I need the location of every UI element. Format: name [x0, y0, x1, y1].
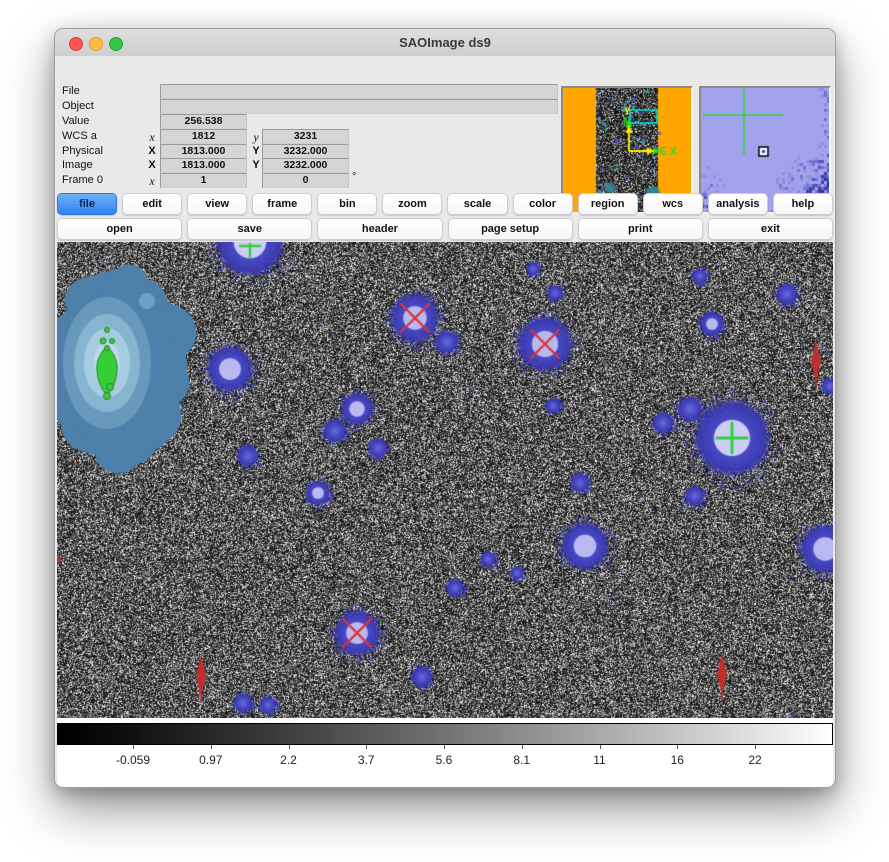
main-image-canvas[interactable] — [57, 242, 833, 718]
menu-frame-button[interactable]: frame — [252, 193, 312, 215]
info-panel: File Object Value 256.538 WCS a x 1812 y… — [55, 56, 835, 193]
menu-region-button[interactable]: region — [578, 193, 638, 215]
colorbar-tick-label: 22 — [748, 753, 761, 767]
menu-view-button[interactable]: view — [187, 193, 247, 215]
physical-x-field[interactable]: 1813.000 — [160, 144, 247, 159]
value-label: Value — [62, 115, 89, 127]
wcs-y-field[interactable]: 3231 — [262, 129, 349, 144]
info-row-object: Object — [55, 99, 565, 114]
colorbar-tick — [755, 745, 756, 749]
menu-save-button[interactable]: save — [187, 218, 312, 240]
wcs-x-letter: x — [146, 130, 158, 145]
colorbar-tick-label: 0.97 — [199, 753, 222, 767]
menu-color-button[interactable]: color — [513, 193, 573, 215]
frame-label: Frame 0 — [62, 174, 103, 186]
info-row-value: Value 256.538 — [55, 114, 565, 129]
info-row-physical: Physical X 1813.000 Y 3232.000 — [55, 144, 565, 159]
image-x-field[interactable]: 1813.000 — [160, 158, 247, 173]
value-field[interactable]: 256.538 — [160, 114, 247, 129]
colorbar-tick — [133, 745, 134, 749]
menu-bin-button[interactable]: bin — [317, 193, 377, 215]
wcs-y-letter: y — [250, 130, 262, 145]
image-x-letter: X — [146, 159, 158, 171]
colorbar-tick-label: -0.059 — [116, 753, 150, 767]
physical-label: Physical — [62, 145, 103, 157]
window-title: SAOImage ds9 — [55, 29, 835, 56]
colorbar-tick — [522, 745, 523, 749]
wcs-x-field[interactable]: 1812 — [160, 129, 247, 144]
colorbar-tick-label: 11 — [593, 753, 605, 767]
object-label: Object — [62, 100, 94, 112]
physical-x-letter: X — [146, 145, 158, 157]
menu-print-button[interactable]: print — [578, 218, 703, 240]
menu-page-setup-button[interactable]: page setup — [448, 218, 573, 240]
info-row-file: File — [55, 84, 565, 99]
colorbar-tick-label: 2.2 — [280, 753, 297, 767]
colorbar-tick-label: 16 — [671, 753, 684, 767]
colorbar-tick — [444, 745, 445, 749]
wcs-label: WCS a — [62, 130, 97, 142]
colorbar-tick — [211, 745, 212, 749]
menu-open-button[interactable]: open — [57, 218, 182, 240]
physical-y-field[interactable]: 3232.000 — [262, 144, 349, 159]
info-row-frame: Frame 0 x 1 0 ° — [55, 173, 565, 188]
title-bar[interactable]: SAOImage ds9 — [55, 29, 835, 57]
menu-analysis-button[interactable]: analysis — [708, 193, 768, 215]
colorbar-tick — [677, 745, 678, 749]
image-y-letter: Y — [250, 159, 262, 171]
frame-zoom-field[interactable]: 1 — [160, 173, 247, 188]
info-row-wcs: WCS a x 1812 y 3231 — [55, 129, 565, 144]
menu-zoom-button[interactable]: zoom — [382, 193, 442, 215]
info-row-image: Image X 1813.000 Y 3232.000 — [55, 158, 565, 173]
image-label: Image — [62, 159, 93, 171]
ds9-window: SAOImage ds9 File Object Value 256.538 W… — [54, 28, 836, 788]
colorbar-tick-label: 3.7 — [358, 753, 375, 767]
colorbar-tick-label: 5.6 — [436, 753, 453, 767]
frame-x-letter: x — [146, 174, 158, 189]
menu-header-button[interactable]: header — [317, 218, 442, 240]
colorbar-tick — [600, 745, 601, 749]
menu-scale-button[interactable]: scale — [447, 193, 507, 215]
menu-row-2: opensaveheader page setupprintexit — [57, 218, 833, 240]
file-field[interactable] — [160, 84, 558, 99]
object-field[interactable] — [160, 99, 558, 114]
menu-exit-button[interactable]: exit — [708, 218, 833, 240]
colorbar[interactable] — [57, 723, 833, 745]
physical-y-letter: Y — [250, 145, 262, 157]
menu-help-button[interactable]: help — [773, 193, 833, 215]
degree-symbol: ° — [352, 171, 356, 183]
colorbar-tick — [366, 745, 367, 749]
image-y-field[interactable]: 3232.000 — [262, 158, 349, 173]
frame-rotate-field[interactable]: 0 — [262, 173, 349, 188]
menu-file-button[interactable]: file — [57, 193, 117, 215]
file-label: File — [62, 85, 80, 97]
colorbar-tick — [289, 745, 290, 749]
menu-wcs-button[interactable]: wcs — [643, 193, 703, 215]
menu-edit-button[interactable]: edit — [122, 193, 182, 215]
colorbar-tick-label: 8.1 — [513, 753, 530, 767]
menu-row-1: fileeditviewframebinzoomscale colorregion… — [57, 193, 833, 215]
